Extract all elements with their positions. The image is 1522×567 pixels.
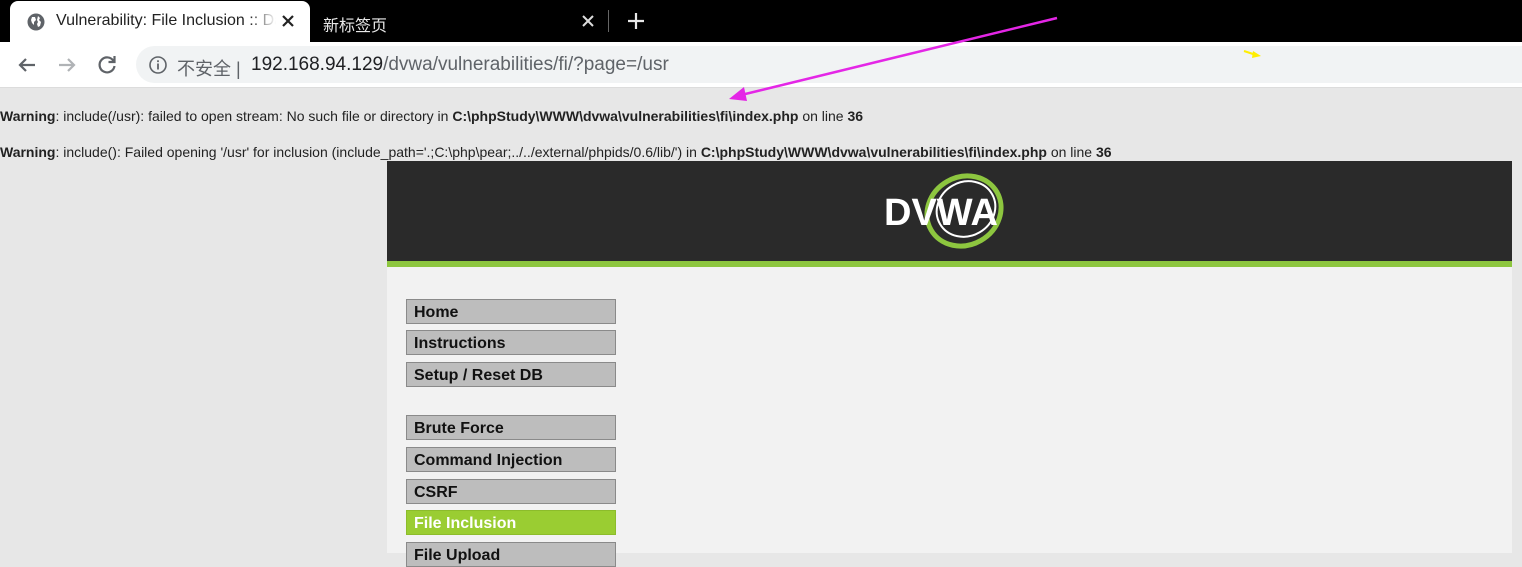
- reload-icon[interactable]: [95, 53, 119, 77]
- back-arrow-icon[interactable]: [15, 53, 39, 77]
- menu-item-file-upload[interactable]: File Upload: [406, 542, 616, 567]
- tab-file-inclusion[interactable]: Vulnerability: File Inclusion :: Damn Vu…: [10, 1, 310, 42]
- menu-item-instructions[interactable]: Instructions: [406, 330, 616, 355]
- new-tab-icon[interactable]: [624, 9, 648, 33]
- annotation-arrowhead: [729, 87, 747, 101]
- dvwa-container: DVWA Home Instructions Setup / Reset DB …: [387, 161, 1512, 567]
- info-icon[interactable]: [148, 55, 168, 75]
- browser-toolbar: 不安全 | 192.168.94.129/dvwa/vulnerabilitie…: [0, 42, 1522, 88]
- close-icon[interactable]: [578, 11, 598, 31]
- svg-text:DVWA: DVWA: [884, 192, 998, 234]
- close-icon[interactable]: [278, 11, 298, 31]
- globe-icon: [27, 13, 45, 31]
- tab-divider: [608, 10, 609, 32]
- php-warning: Warning: include(/usr): failed to open s…: [0, 108, 864, 124]
- menu-item-home[interactable]: Home: [406, 299, 616, 324]
- url-path: /dvwa/vulnerabilities/fi/?page=/usr: [383, 54, 669, 75]
- dvwa-logo: DVWA: [884, 173, 1004, 249]
- url-host: 192.168.94.129: [251, 54, 384, 75]
- tab-new-tab[interactable]: 新标签页: [310, 1, 608, 42]
- tab-title: 新标签页: [323, 18, 388, 35]
- menu-item-brute-force[interactable]: Brute Force: [406, 415, 616, 440]
- url-text[interactable]: 192.168.94.129/dvwa/vulnerabilities/fi/?…: [251, 54, 669, 76]
- menu-item-command-injection[interactable]: Command Injection: [406, 447, 616, 472]
- forward-arrow-icon[interactable]: [55, 53, 79, 77]
- security-indicator[interactable]: 不安全 |: [177, 55, 241, 81]
- tab-title: Vulnerability: File Inclusion :: Damn Vu…: [56, 12, 276, 29]
- menu-item-csrf[interactable]: CSRF: [406, 479, 616, 504]
- dvwa-header: DVWA: [387, 161, 1512, 267]
- menu-item-file-inclusion[interactable]: File Inclusion: [406, 510, 616, 535]
- address-bar[interactable]: 不安全 | 192.168.94.129/dvwa/vulnerabilitie…: [136, 46, 1522, 83]
- menu-item-setup-reset-db[interactable]: Setup / Reset DB: [406, 362, 616, 387]
- php-warning: Warning: include(): Failed opening '/usr…: [0, 144, 1112, 160]
- tab-strip: Vulnerability: File Inclusion :: Damn Vu…: [0, 0, 1522, 42]
